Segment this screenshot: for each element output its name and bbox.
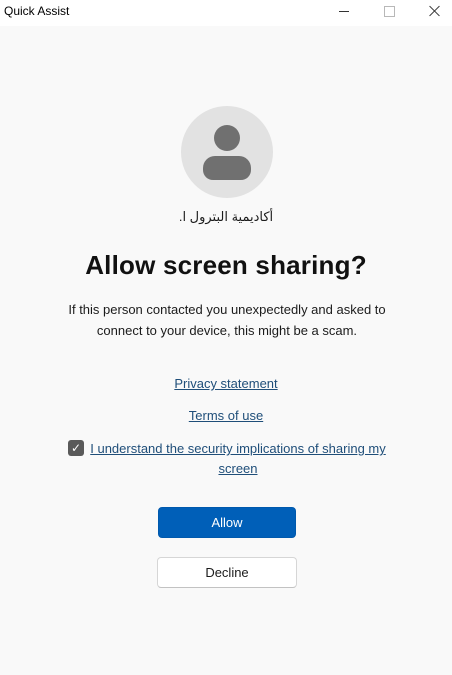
terms-of-use-row: Terms of use — [0, 408, 452, 423]
close-button[interactable] — [412, 0, 452, 22]
maximize-icon — [383, 5, 395, 17]
person-icon-head — [214, 125, 240, 151]
maximize-button[interactable] — [367, 0, 411, 22]
title-bar: Quick Assist — [0, 0, 452, 26]
page-title: Allow screen sharing? — [85, 250, 367, 280]
allow-button[interactable]: Allow — [158, 507, 296, 538]
window-title: Quick Assist — [4, 4, 70, 18]
privacy-statement-link[interactable]: Privacy statement — [174, 376, 277, 391]
helper-name: أكاديمية البترول ا. — [178, 209, 274, 224]
minimize-button[interactable] — [322, 0, 366, 22]
minimize-icon — [339, 10, 349, 12]
terms-of-use-link[interactable]: Terms of use — [189, 408, 263, 423]
privacy-statement-row: Privacy statement — [0, 376, 452, 391]
person-icon-body — [203, 156, 251, 180]
checkmark-icon: ✓ — [70, 441, 82, 455]
scam-warning-text: If this person contacted you unexpectedl… — [68, 302, 386, 338]
decline-button[interactable]: Decline — [157, 557, 297, 588]
avatar — [181, 106, 273, 198]
close-icon — [428, 5, 440, 17]
consent-label-link[interactable]: I understand the security implications o… — [88, 439, 388, 479]
consent-checkbox[interactable]: ✓ — [68, 440, 84, 456]
